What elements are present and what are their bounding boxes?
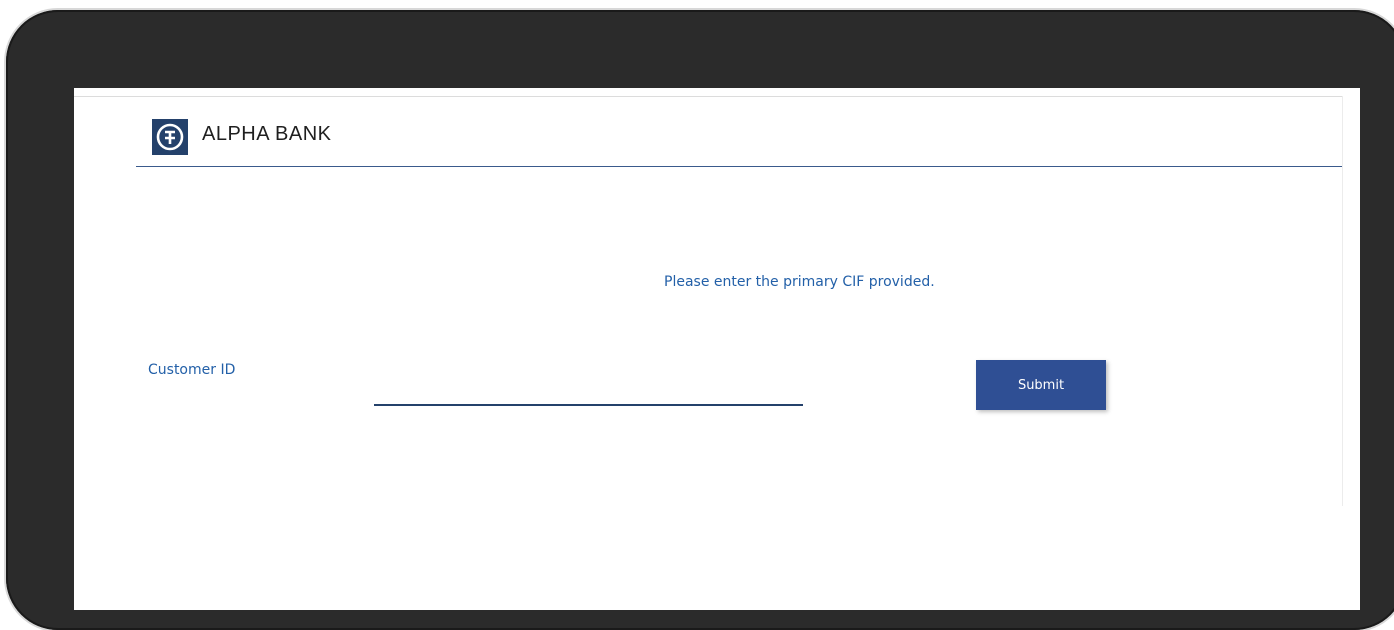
brand-name: ALPHA BANK [202, 123, 332, 145]
right-divider [1342, 96, 1343, 506]
laptop-frame: ALPHA BANK Please enter the primary CIF … [6, 10, 1394, 630]
customer-id-label: Customer ID [148, 362, 236, 378]
screen: ALPHA BANK Please enter the primary CIF … [74, 88, 1360, 610]
submit-button[interactable]: Submit [976, 360, 1106, 410]
page-header: ALPHA BANK [136, 88, 1342, 167]
instruction-text: Please enter the primary CIF provided. [664, 274, 935, 290]
customer-id-input[interactable] [374, 374, 803, 406]
alpha-bank-logo-icon [152, 119, 188, 155]
